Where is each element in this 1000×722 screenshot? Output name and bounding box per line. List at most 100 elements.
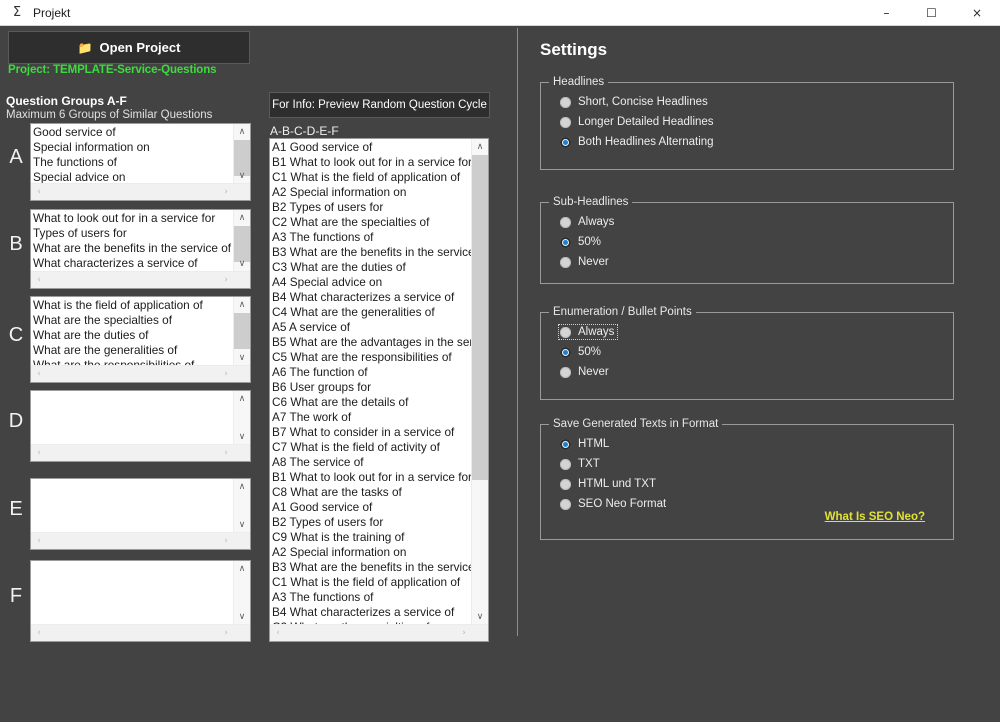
scroll-up-icon[interactable]: ∧	[234, 391, 250, 407]
list-item[interactable]: C7 What is the field of activity of	[272, 440, 471, 455]
list-item[interactable]: B2 Types of users for	[272, 200, 471, 215]
list-item[interactable]: Good service of	[33, 125, 233, 140]
radio-headlines-both-headlines-alternating[interactable]: Both Headlines Alternating	[559, 132, 953, 152]
group-f-listbox[interactable]: ∧ ∨ ‹ ›	[30, 560, 251, 642]
radio-save-generated-texts-in-format-txt[interactable]: TXT	[559, 454, 953, 474]
radio-button-icon[interactable]	[560, 256, 571, 268]
radio-headlines-short-concise-headlines[interactable]: Short, Concise Headlines	[559, 92, 953, 112]
vertical-scrollbar[interactable]: ∧ ∨	[233, 297, 250, 366]
group-d-listbox[interactable]: ∧ ∨ ‹ ›	[30, 390, 251, 462]
scroll-down-icon[interactable]: ∨	[234, 609, 250, 625]
list-item[interactable]: What are the specialties of	[33, 313, 233, 328]
cycle-horizontal-scrollbar[interactable]: ‹ ›	[270, 624, 488, 641]
horizontal-scrollbar[interactable]: ‹ ›	[31, 624, 250, 641]
scroll-right-icon[interactable]: ›	[218, 272, 234, 288]
scrollbar-thumb[interactable]	[472, 155, 488, 480]
list-item[interactable]: What to look out for in a service for	[33, 211, 233, 226]
radio-button-icon[interactable]	[560, 438, 571, 450]
scroll-up-icon[interactable]: ∧	[234, 297, 250, 313]
group-b-listbox[interactable]: What to look out for in a service for Typ…	[30, 209, 251, 289]
list-item[interactable]: C1 What is the field of application of	[272, 170, 471, 185]
vertical-scrollbar[interactable]: ∧ ∨	[233, 124, 250, 184]
list-item[interactable]: A4 Special advice on	[272, 275, 471, 290]
vertical-scrollbar[interactable]: ∧ ∨	[233, 561, 250, 625]
list-item[interactable]: B3 What are the benefits in the service …	[272, 245, 471, 260]
scroll-left-icon[interactable]: ‹	[31, 366, 47, 382]
list-item[interactable]: B1 What to look out for in a service for	[272, 470, 471, 485]
open-project-button[interactable]: 📁 Open Project	[8, 31, 250, 64]
radio-button-icon[interactable]	[560, 96, 571, 108]
radio-save-generated-texts-in-format-html-und-txt[interactable]: HTML und TXT	[559, 474, 953, 494]
list-item[interactable]: A6 The function of	[272, 365, 471, 380]
radio-button-icon[interactable]	[560, 478, 571, 490]
scroll-right-icon[interactable]: ›	[218, 366, 234, 382]
radio-sub-headlines-never[interactable]: Never	[559, 252, 953, 272]
scroll-right-icon[interactable]: ›	[456, 625, 472, 641]
scroll-left-icon[interactable]: ‹	[31, 533, 47, 549]
scroll-right-icon[interactable]: ›	[218, 625, 234, 641]
scroll-up-icon[interactable]: ∧	[234, 124, 250, 140]
list-item[interactable]: A3 The functions of	[272, 230, 471, 245]
scroll-right-icon[interactable]: ›	[218, 184, 234, 200]
group-a-listbox[interactable]: Good service of Special information on The…	[30, 123, 251, 201]
scroll-down-icon[interactable]: ∨	[234, 517, 250, 533]
radio-button-icon[interactable]	[560, 346, 571, 358]
list-item[interactable]: B4 What characterizes a service of	[272, 290, 471, 305]
list-item[interactable]: C4 What are the generalities of	[272, 305, 471, 320]
horizontal-scrollbar[interactable]: ‹ ›	[31, 365, 250, 382]
radio-enumeration-bullet-points-always[interactable]: Always	[557, 322, 953, 342]
list-item[interactable]: What are the benefits in the service of	[33, 241, 233, 256]
vertical-scrollbar[interactable]: ∧ ∨	[233, 210, 250, 272]
list-item[interactable]: C6 What are the details of	[272, 395, 471, 410]
horizontal-scrollbar[interactable]: ‹ ›	[31, 271, 250, 288]
radio-enumeration-bullet-points-never[interactable]: Never	[559, 362, 953, 382]
list-item[interactable]: A7 The work of	[272, 410, 471, 425]
list-item[interactable]: What is the field of application of	[33, 298, 233, 313]
list-item[interactable]: What are the generalities of	[33, 343, 233, 358]
list-item[interactable]: B1 What to look out for in a service for	[272, 155, 471, 170]
close-button[interactable]: ×	[954, 0, 1000, 25]
preview-cycle-button[interactable]: For Info: Preview Random Question Cycle	[269, 92, 490, 118]
scroll-left-icon[interactable]: ‹	[270, 625, 286, 641]
list-item[interactable]: Special information on	[33, 140, 233, 155]
radio-button-icon[interactable]	[560, 116, 571, 128]
horizontal-scrollbar[interactable]: ‹ ›	[31, 183, 250, 200]
radio-button-icon[interactable]	[560, 458, 571, 470]
list-item[interactable]: A8 The service of	[272, 455, 471, 470]
group-e-listbox[interactable]: ∧ ∨ ‹ ›	[30, 478, 251, 550]
horizontal-scrollbar[interactable]: ‹ ›	[31, 532, 250, 549]
group-c-listbox[interactable]: What is the field of application of What …	[30, 296, 251, 383]
scroll-left-icon[interactable]: ‹	[31, 445, 47, 461]
radio-button-icon[interactable]	[560, 136, 571, 148]
list-item[interactable]: B7 What to consider in a service of	[272, 425, 471, 440]
radio-enumeration-bullet-points-50[interactable]: 50%	[559, 342, 953, 362]
list-item[interactable]: C5 What are the responsibilities of	[272, 350, 471, 365]
question-cycle-listbox[interactable]: A1 Good service of B1 What to look out fo…	[269, 138, 489, 642]
list-item[interactable]: What are the duties of	[33, 328, 233, 343]
list-item[interactable]: B4 What characterizes a service of	[272, 605, 471, 620]
scroll-up-icon[interactable]: ∧	[234, 561, 250, 577]
seo-neo-link[interactable]: What Is SEO Neo?	[825, 511, 925, 523]
list-item[interactable]: A2 Special information on	[272, 185, 471, 200]
list-item[interactable]: The functions of	[33, 155, 233, 170]
radio-sub-headlines-50[interactable]: 50%	[559, 232, 953, 252]
list-item[interactable]: B3 What are the benefits in the service …	[272, 560, 471, 575]
list-item[interactable]: A2 Special information on	[272, 545, 471, 560]
scroll-right-icon[interactable]: ›	[218, 533, 234, 549]
list-item[interactable]: What are the responsibilities of	[33, 358, 233, 365]
list-item[interactable]: C8 What are the tasks of	[272, 485, 471, 500]
list-item[interactable]: C1 What is the field of application of	[272, 575, 471, 590]
minimize-button[interactable]: –	[864, 0, 909, 25]
list-item[interactable]: A1 Good service of	[272, 500, 471, 515]
radio-headlines-longer-detailed-headlines[interactable]: Longer Detailed Headlines	[559, 112, 953, 132]
radio-save-generated-texts-in-format-html[interactable]: HTML	[559, 434, 953, 454]
radio-button-icon[interactable]	[560, 366, 571, 378]
list-item[interactable]: C2 What are the specialties of	[272, 215, 471, 230]
horizontal-scrollbar[interactable]: ‹ ›	[31, 444, 250, 461]
scroll-up-icon[interactable]: ∧	[234, 210, 250, 226]
list-item[interactable]: A3 The functions of	[272, 590, 471, 605]
list-item[interactable]: C9 What is the training of	[272, 530, 471, 545]
radio-button-icon[interactable]	[560, 216, 571, 228]
radio-button-icon[interactable]	[560, 498, 571, 510]
maximize-button[interactable]: ☐	[909, 0, 954, 25]
